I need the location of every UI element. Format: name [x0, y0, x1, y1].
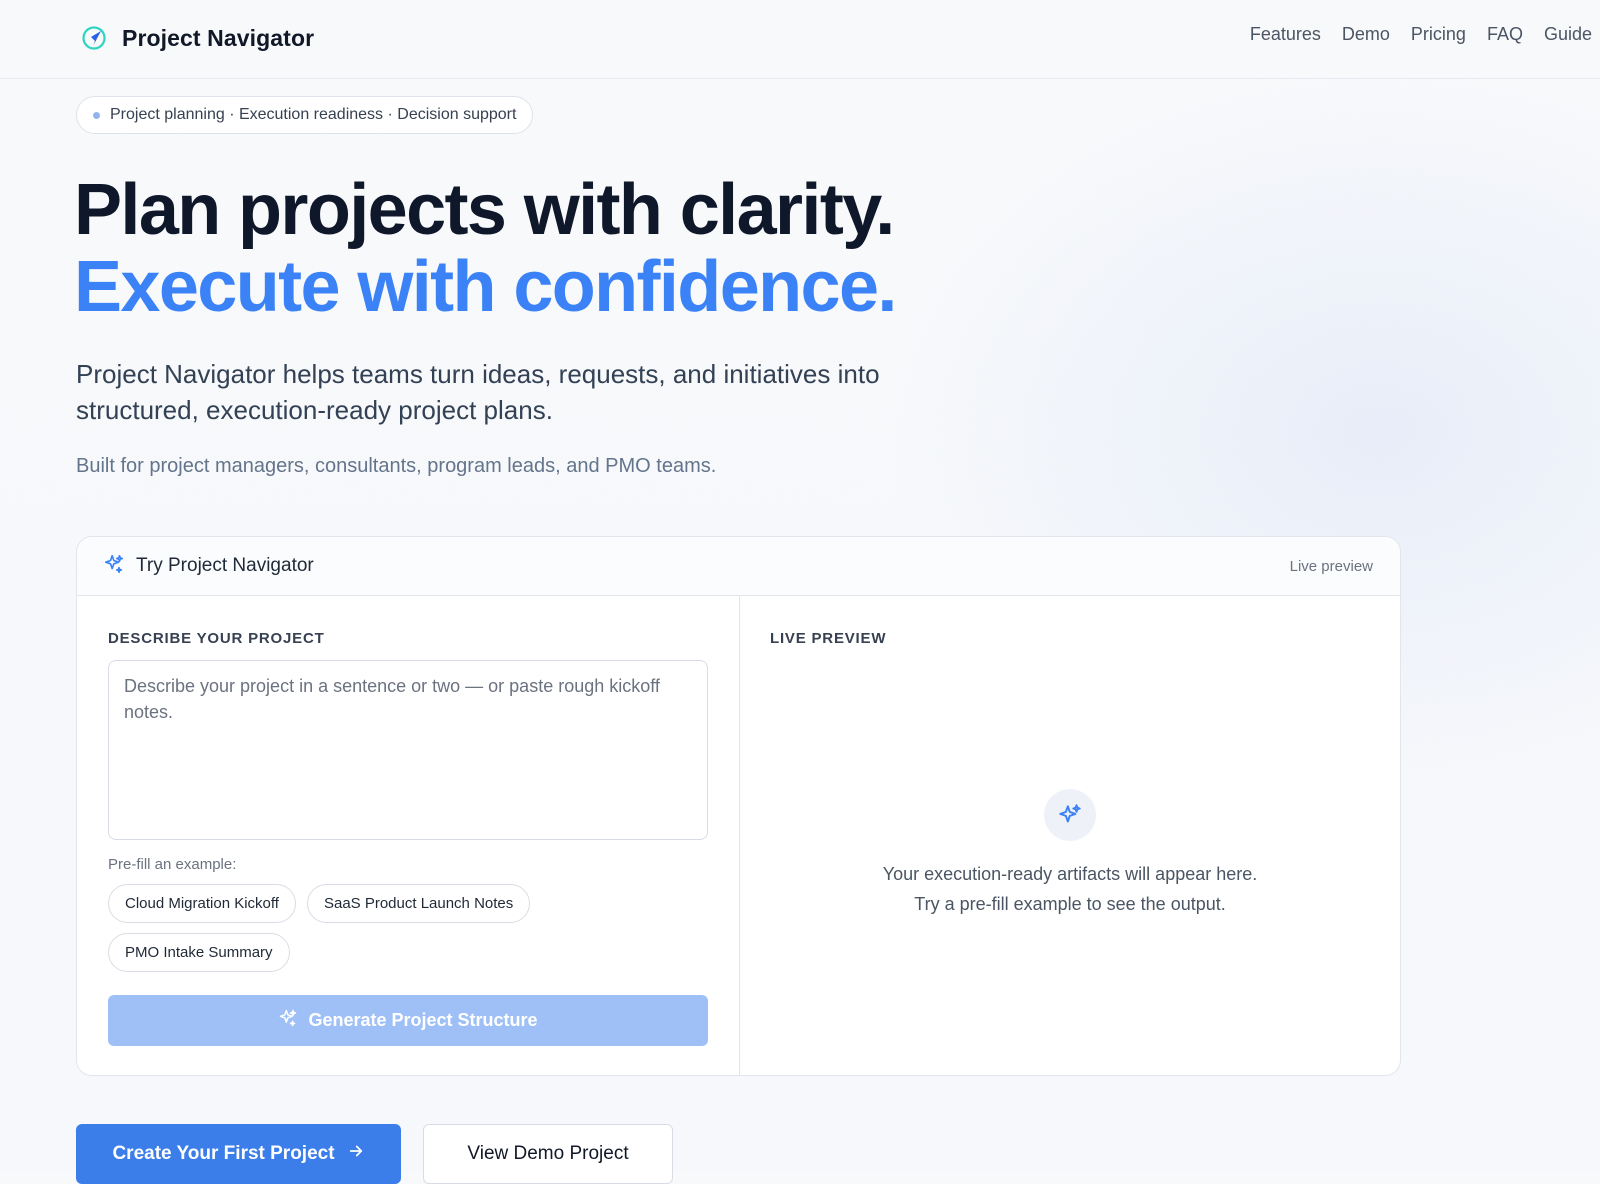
main-nav: Features Demo Pricing FAQ Guide	[1250, 24, 1592, 45]
preview-panel: LIVE PREVIEW Your execution-ready artifa…	[740, 596, 1400, 1075]
project-description-input[interactable]	[108, 660, 708, 840]
live-preview-label: Live preview	[1289, 557, 1373, 575]
generate-button-label: Generate Project Structure	[308, 1010, 538, 1030]
example-chips: Cloud Migration Kickoff SaaS Product Lau…	[108, 884, 668, 972]
nav-link-pricing[interactable]: Pricing	[1411, 24, 1466, 45]
prefill-label: Pre-fill an example:	[108, 856, 237, 873]
card-title: Try Project Navigator	[136, 555, 314, 576]
top-nav-bar: Project Navigator Features Demo Pricing …	[0, 0, 1600, 79]
compass-icon	[80, 24, 108, 52]
nav-link-guide[interactable]: Guide	[1544, 24, 1592, 45]
pill-text: Project planning · Execution readiness ·…	[110, 106, 517, 123]
hero-title-line-1: Plan projects with clarity.	[74, 170, 895, 250]
brand-name: Project Navigator	[122, 24, 315, 51]
brand[interactable]: Project Navigator	[80, 20, 314, 56]
example-chip-pmo-intake[interactable]: PMO Intake Summary	[108, 933, 290, 972]
live-preview-section-label: LIVE PREVIEW	[770, 630, 887, 647]
card-body: DESCRIBE YOUR PROJECT Pre-fill an exampl…	[77, 596, 1400, 1075]
create-project-label: Create Your First Project	[112, 1143, 335, 1164]
example-chip-saas-launch[interactable]: SaaS Product Launch Notes	[306, 884, 531, 923]
hero-description: Project Navigator helps teams turn ideas…	[76, 359, 880, 425]
example-chip-cloud-migration[interactable]: Cloud Migration Kickoff	[108, 884, 296, 923]
view-demo-project-button[interactable]: View Demo Project	[423, 1124, 673, 1184]
generate-project-structure-button[interactable]: Generate Project Structure	[108, 995, 708, 1046]
preview-empty-hint: Try a pre-fill example to see the output…	[914, 894, 1226, 914]
nav-link-features[interactable]: Features	[1250, 24, 1321, 45]
arrow-right-icon	[347, 1142, 365, 1166]
try-navigator-card: Try Project Navigator Live preview DESCR…	[76, 536, 1401, 1076]
preview-empty-message: Your execution-ready artifacts will appe…	[882, 864, 1258, 884]
hero-audience-text: Built for project managers, consultants,…	[76, 455, 717, 477]
nav-link-faq[interactable]: FAQ	[1487, 24, 1523, 45]
pill-dot-icon	[93, 111, 100, 119]
sparkle-icon	[103, 553, 125, 580]
feature-pill: Project planning · Execution readiness ·…	[76, 96, 534, 134]
nav-link-demo[interactable]: Demo	[1342, 24, 1390, 45]
create-first-project-button[interactable]: Create Your First Project	[76, 1124, 401, 1184]
preview-empty-state: Your execution-ready artifacts will appe…	[740, 789, 1400, 919]
card-header: Try Project Navigator Live preview	[77, 537, 1400, 596]
sparkle-icon	[278, 1008, 298, 1033]
hero-title-line-2: Execute with confidence.	[74, 247, 897, 327]
hero-title: Plan projects with clarity. Execute with…	[74, 170, 897, 327]
preview-sparkle-icon	[1044, 789, 1096, 841]
describe-project-label: DESCRIBE YOUR PROJECT	[108, 630, 325, 647]
